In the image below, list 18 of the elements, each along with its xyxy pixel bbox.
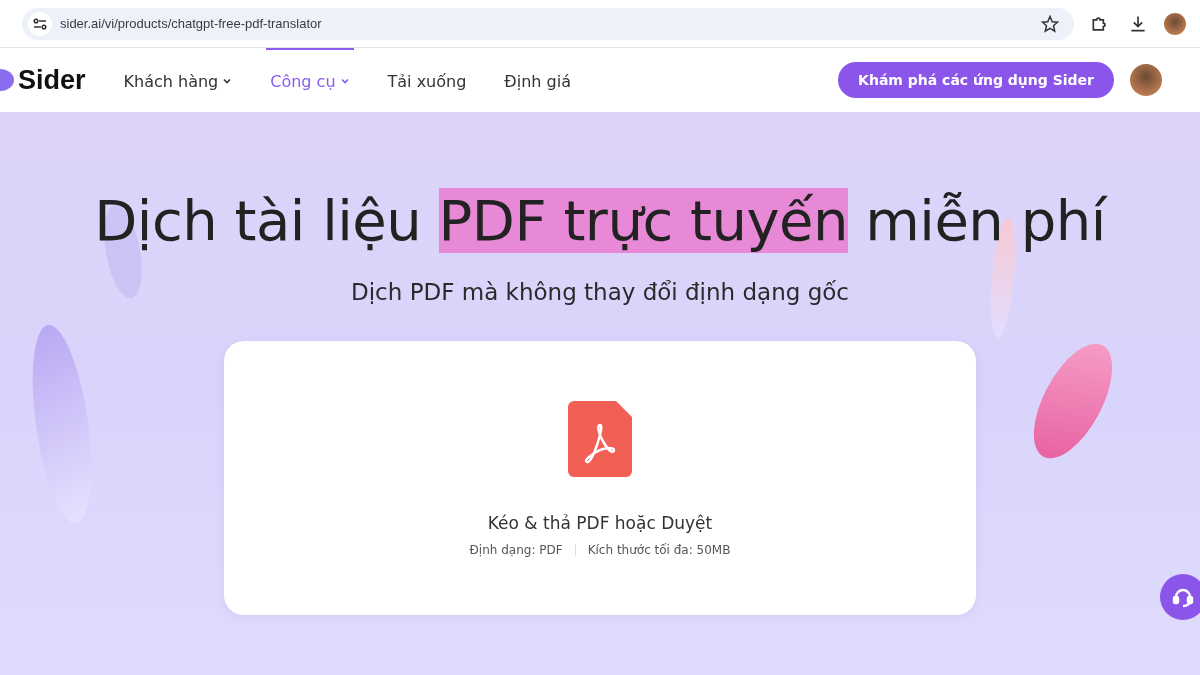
explore-apps-button[interactable]: Khám phá các ứng dụng Sider [838, 62, 1114, 98]
user-avatar[interactable] [1130, 64, 1162, 96]
upload-card[interactable]: Kéo & thả PDF hoặc Duyệt Định dạng: PDF Kích thước tối đa: 50MB [224, 341, 976, 615]
page-subtitle: Dịch PDF mà không thay đổi định dạng gốc [351, 279, 849, 305]
format-text: Định dạng: PDF [469, 543, 563, 557]
page-heading: Dịch tài liệu PDF trực tuyến miễn phí [94, 188, 1106, 253]
nav-link[interactable]: Định giá [500, 48, 575, 112]
nav-link[interactable]: Tải xuống [383, 48, 471, 112]
site-info-icon[interactable] [28, 11, 52, 36]
upload-prompt: Kéo & thả PDF hoặc Duyệt [487, 513, 713, 533]
support-button[interactable] [1160, 574, 1200, 620]
profile-avatar[interactable] [1164, 12, 1186, 35]
logo-text[interactable]: Sider [18, 64, 86, 96]
url-text: sider.ai/vi/products/chatgpt-free-pdf-translator [60, 16, 323, 31]
address-bar[interactable]: sider.ai/vi/products/chatgpt-free-pdf-translator [22, 7, 1074, 40]
nav-link[interactable]: Khách hàng [119, 48, 237, 112]
max-size-text: Kích thước tối đa: 50MB [587, 543, 731, 557]
pdf-file-icon [568, 401, 632, 477]
